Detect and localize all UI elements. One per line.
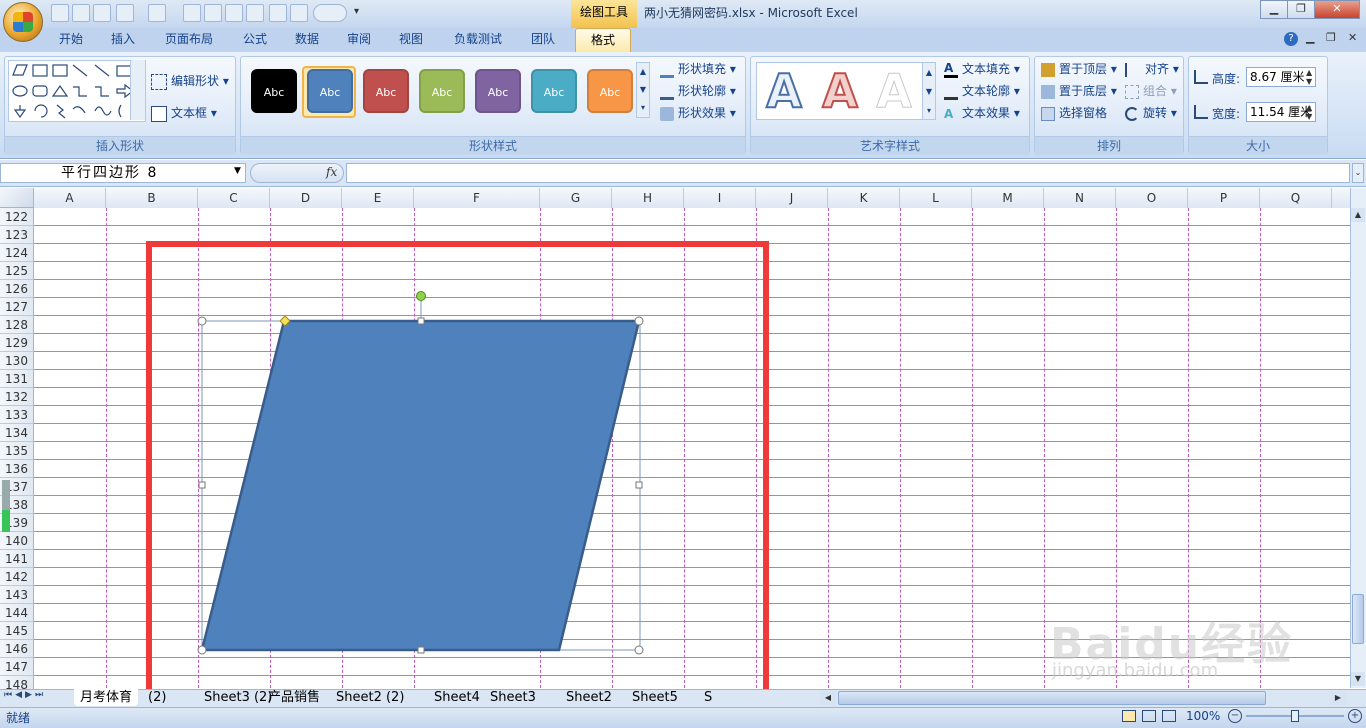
sheet-tab[interactable]: Sheet5 bbox=[626, 689, 684, 706]
zoom-out-icon[interactable]: − bbox=[1228, 709, 1242, 723]
resize-handle-left[interactable] bbox=[198, 481, 206, 489]
normal-view-icon[interactable] bbox=[1122, 710, 1136, 722]
resize-handle-bottom-right[interactable] bbox=[634, 645, 644, 655]
zoom-level[interactable]: 100% bbox=[1186, 709, 1220, 723]
watermark-url: jingyan.baidu.com bbox=[1052, 660, 1219, 681]
sheet-tab[interactable]: (2) bbox=[142, 689, 172, 706]
horizontal-scroll-thumb[interactable] bbox=[838, 691, 1266, 705]
resize-handle-top[interactable] bbox=[417, 317, 425, 325]
scroll-up-button[interactable]: ▲ bbox=[1351, 208, 1365, 222]
scroll-left-button[interactable]: ◀ bbox=[820, 691, 836, 705]
scroll-right-button[interactable]: ▶ bbox=[1330, 691, 1346, 705]
scroll-down-button[interactable]: ▼ bbox=[1351, 672, 1365, 686]
sheet-tab[interactable]: 产品销售 bbox=[262, 689, 326, 706]
status-mode: 就绪 bbox=[6, 711, 31, 725]
page-layout-view-icon[interactable] bbox=[1142, 710, 1156, 722]
resize-handle-bottom[interactable] bbox=[417, 646, 425, 654]
resize-handle-top-right[interactable] bbox=[634, 316, 644, 326]
sheet-tab[interactable]: Sheet2 (2) bbox=[330, 689, 410, 706]
sheet-nav-buttons[interactable]: ⏮◀▶⏭ bbox=[4, 690, 46, 700]
zoom-slider-thumb[interactable] bbox=[1291, 710, 1299, 722]
parallelogram-shape[interactable] bbox=[200, 319, 641, 652]
sheet-tab[interactable]: 月考体育 bbox=[74, 689, 139, 706]
office-logo-icon bbox=[13, 12, 33, 32]
resize-handle-right[interactable] bbox=[635, 481, 643, 489]
vertical-scroll-thumb[interactable] bbox=[1352, 594, 1364, 644]
zoom-in-icon[interactable]: + bbox=[1348, 709, 1362, 723]
page-break-view-icon[interactable] bbox=[1162, 710, 1176, 722]
sheet-tab[interactable]: S bbox=[698, 689, 718, 706]
office-button[interactable] bbox=[3, 2, 43, 42]
scroll-marker-green bbox=[2, 510, 10, 532]
resize-handle-bottom-left[interactable] bbox=[197, 645, 207, 655]
sheet-tab[interactable]: Sheet2 bbox=[560, 689, 618, 706]
resize-handle-top-left[interactable] bbox=[197, 316, 207, 326]
sheet-tab[interactable]: Sheet4 bbox=[428, 689, 486, 706]
rotation-handle[interactable] bbox=[416, 291, 426, 301]
sheet-tab[interactable]: Sheet3 bbox=[484, 689, 542, 706]
